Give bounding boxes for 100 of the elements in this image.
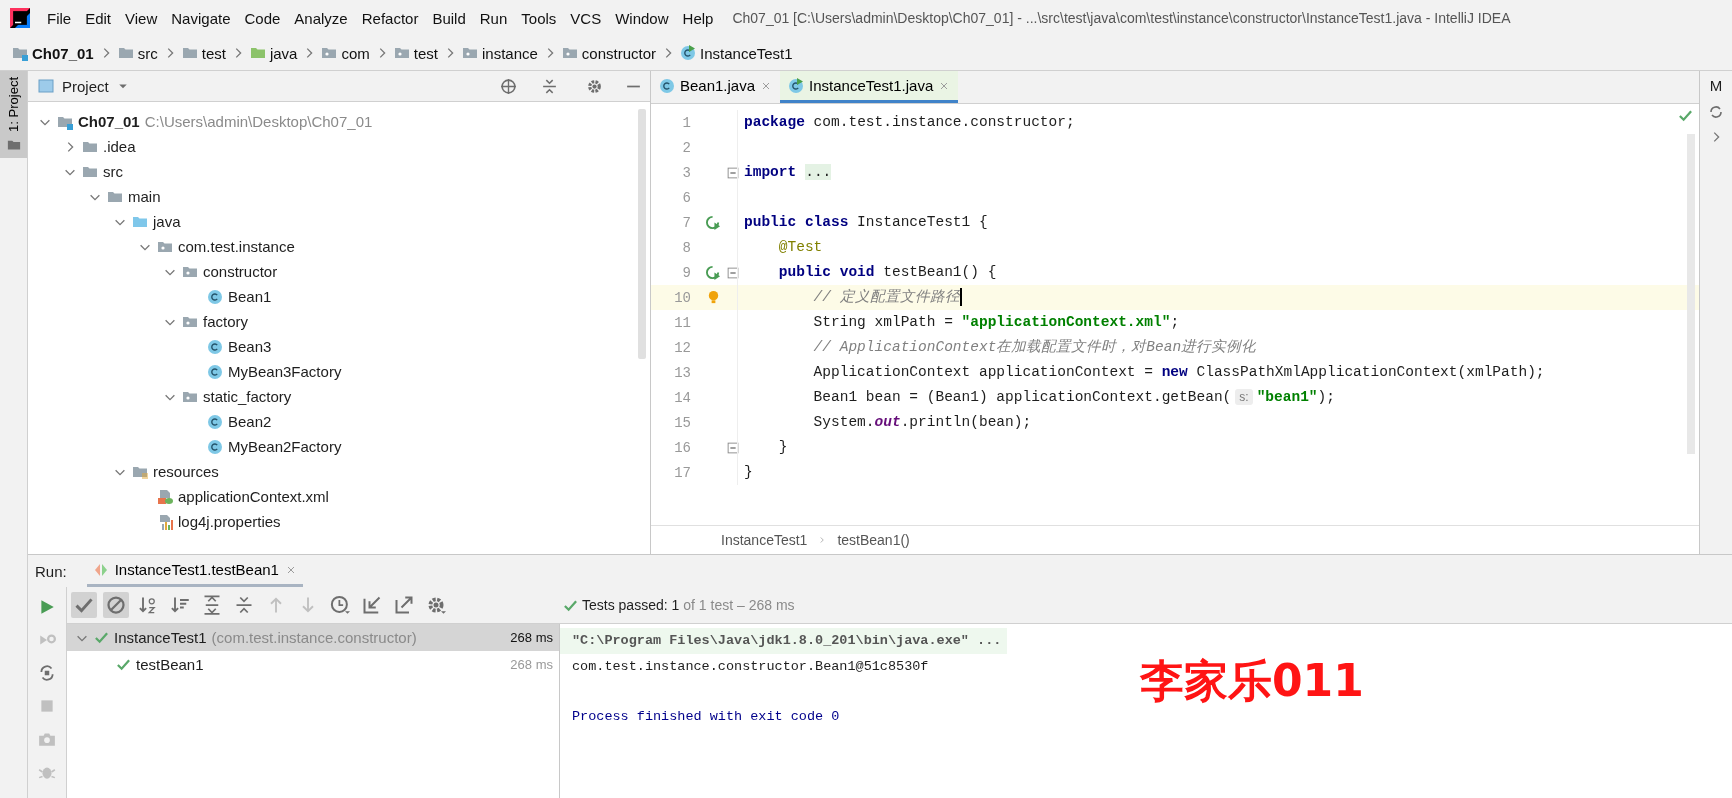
menu-item[interactable]: Help — [675, 9, 721, 27]
package-icon — [321, 45, 338, 61]
menu-item[interactable]: Code — [237, 9, 288, 27]
class-icon — [680, 45, 697, 61]
test-duration: 268 ms — [510, 657, 553, 672]
package-icon — [461, 45, 478, 61]
menu-item[interactable]: VCS — [563, 9, 609, 27]
nav-crumb[interactable]: instance — [461, 44, 538, 62]
editor-breadcrumb[interactable]: testBean1() — [837, 532, 910, 548]
tree-item[interactable]: resources — [153, 463, 219, 480]
editor-breadcrumb[interactable]: InstanceTest1 — [721, 532, 808, 548]
fold-marker-icon[interactable] — [727, 441, 739, 454]
test-row[interactable]: InstanceTest1 (com.test.instance.constructor) 268 ms — [67, 624, 559, 651]
nav-crumb[interactable]: test — [393, 44, 438, 62]
app-logo-icon — [10, 8, 30, 28]
settings-icon — [426, 595, 446, 615]
run-test-icon[interactable] — [705, 265, 721, 280]
tree-item[interactable]: java — [153, 213, 181, 230]
tree-item[interactable]: src — [103, 163, 123, 180]
refresh-icon[interactable] — [1708, 104, 1724, 120]
line-number: 10 — [673, 289, 692, 306]
line-number: 1 — [681, 114, 692, 131]
fold-marker-icon[interactable] — [727, 166, 739, 179]
tree-item[interactable]: applicationContext.xml — [178, 488, 329, 505]
test-name: testBean1 — [136, 656, 204, 673]
line-number: 8 — [681, 239, 692, 256]
sort-icon — [138, 595, 158, 615]
menu-item[interactable]: Run — [472, 9, 515, 27]
nav-crumb[interactable]: com — [321, 44, 370, 62]
test-package: (com.test.instance.constructor) — [211, 629, 417, 646]
tree-item[interactable]: Ch07_01 — [78, 113, 140, 130]
line-number: 9 — [681, 264, 692, 281]
run-tab[interactable]: InstanceTest1.testBean1 — [86, 555, 303, 587]
tree-item[interactable]: main — [128, 188, 161, 205]
folder-icon — [249, 45, 266, 61]
tree-item[interactable]: Bean3 — [228, 338, 272, 355]
project-tool-tab[interactable]: 1: Project — [0, 71, 27, 158]
panel-title[interactable]: Project — [62, 77, 109, 95]
nav-crumb[interactable]: InstanceTest1 — [680, 44, 793, 62]
menu-item[interactable]: View — [118, 9, 165, 27]
nav-crumb[interactable]: src — [117, 44, 158, 62]
crosshair-icon[interactable] — [500, 77, 517, 95]
class-icon — [207, 288, 223, 305]
console-line: Process finished with exit code 0 — [571, 708, 841, 726]
code-line: System.out.println(bean); — [737, 410, 1032, 435]
tree-item[interactable]: com.test.instance — [178, 238, 295, 255]
tool-window-label[interactable]: M — [1709, 77, 1723, 94]
scrollbar[interactable] — [638, 109, 646, 359]
code-line: package com.test.instance.constructor; — [737, 110, 1075, 135]
line-number: 15 — [673, 414, 692, 431]
package-icon — [561, 45, 578, 61]
menu-item[interactable]: Refactor — [354, 9, 426, 27]
toolbar-button[interactable] — [103, 592, 129, 618]
nav-crumb[interactable]: test — [181, 44, 226, 62]
scrollbar[interactable] — [1687, 134, 1695, 454]
tree-item[interactable]: .idea — [103, 138, 136, 155]
tree-item[interactable]: log4j.properties — [178, 513, 281, 530]
line-number: 14 — [673, 389, 692, 406]
settings-icon[interactable] — [586, 77, 603, 95]
tree-item[interactable]: factory — [203, 313, 248, 330]
cycle-icon — [38, 664, 56, 682]
menu-item[interactable]: File — [40, 9, 79, 27]
check-icon — [1678, 108, 1693, 123]
editor-tab[interactable]: InstanceTest1.java — [780, 71, 959, 103]
import-icon — [362, 595, 382, 615]
tree-item[interactable]: MyBean3Factory — [228, 363, 342, 380]
menu-item[interactable]: Navigate — [164, 9, 238, 27]
nav-crumb[interactable]: Ch07_01 — [12, 44, 94, 62]
tree-item[interactable]: Bean2 — [228, 413, 272, 430]
line-number: 17 — [673, 464, 692, 481]
tests-passed: Tests passed: 1 — [582, 597, 680, 613]
test-duration: 268 ms — [510, 630, 553, 645]
fold-marker-icon[interactable] — [727, 266, 739, 279]
clock-icon — [330, 595, 350, 615]
menu-item[interactable]: Build — [425, 9, 473, 27]
line-number: 7 — [681, 214, 692, 231]
check-icon — [116, 657, 131, 672]
nav-crumb[interactable]: constructor — [561, 44, 657, 62]
menu-item[interactable]: Window — [608, 9, 676, 27]
tree-item[interactable]: MyBean2Factory — [228, 438, 342, 455]
line-number: 16 — [673, 439, 692, 456]
menu-item[interactable]: Analyze — [287, 9, 355, 27]
toolbar-button[interactable] — [71, 592, 97, 618]
tree-item[interactable]: static_factory — [203, 388, 292, 405]
stop-icon — [38, 697, 56, 715]
code-line: // 定义配置文件路径 — [737, 285, 962, 310]
tree-item[interactable]: Bean1 — [228, 288, 272, 305]
code-line: Bean1 bean = (Bean1) applicationContext.getBean( s: "bean1"); — [737, 385, 1335, 410]
class-icon — [659, 77, 675, 94]
nav-crumb[interactable]: java — [249, 44, 298, 62]
run-test-icon[interactable] — [705, 215, 721, 230]
menu-item[interactable]: Edit — [78, 9, 119, 27]
tree-item[interactable]: constructor — [203, 263, 278, 280]
xml-file-icon — [157, 488, 173, 505]
collapse-icon[interactable] — [541, 77, 558, 95]
test-row[interactable]: testBean1 268 ms — [67, 651, 559, 678]
class-icon — [207, 338, 223, 355]
sort-icon — [170, 595, 190, 615]
class-icon — [207, 363, 223, 380]
menu-item[interactable]: Tools — [514, 9, 564, 27]
